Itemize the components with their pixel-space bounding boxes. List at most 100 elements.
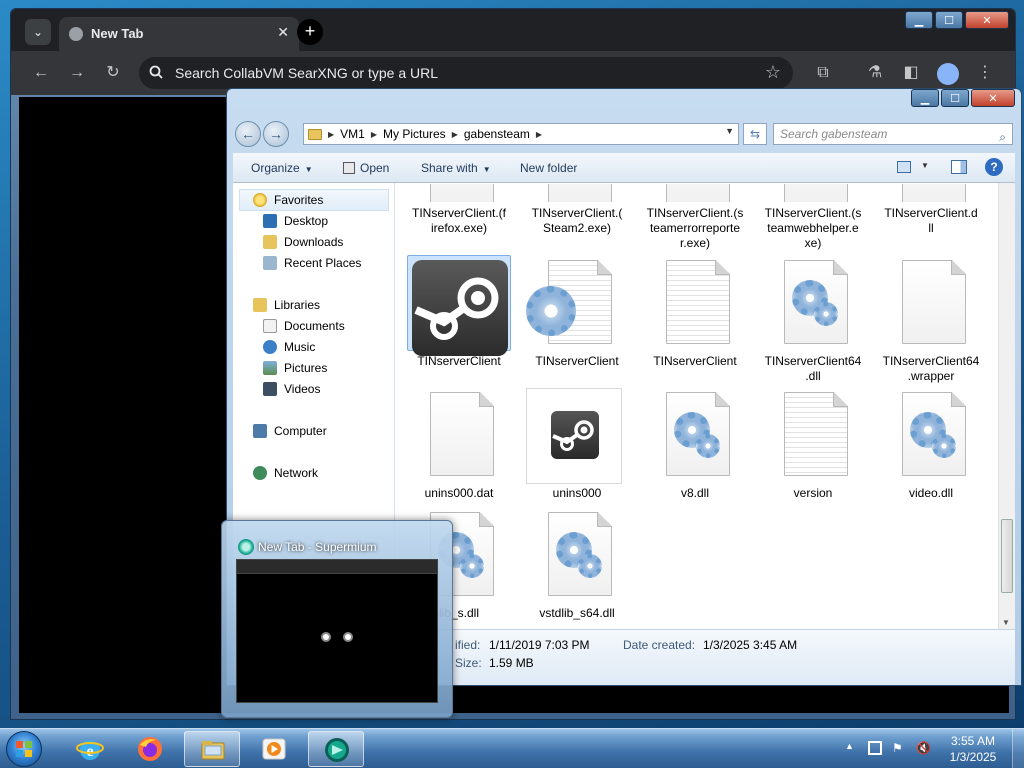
taskbar-thumbnail-preview[interactable]: New Tab - Supermium [221,520,453,718]
lab-flask-icon[interactable]: ⚗ [865,63,885,83]
back-icon[interactable]: ← [31,63,51,83]
libraries-icon [253,298,267,312]
network-tray-icon[interactable] [868,741,882,755]
change-view-icon[interactable] [897,161,911,173]
taskbar-explorer[interactable] [184,731,240,767]
breadcrumb-arrow-icon: ▶ [328,129,335,139]
file-thumbnail [407,183,511,203]
nav-documents[interactable]: Documents [263,316,345,336]
new-tab-button[interactable]: + [297,19,323,45]
side-panel-icon[interactable]: ◧ [901,63,921,83]
steam-logo-icon [412,260,508,356]
address-bar[interactable]: Search CollabVM SearXNG or type a URL ☆ [139,57,793,89]
preview-pane-icon[interactable] [951,160,967,174]
taskbar-internet-explorer[interactable]: e [62,731,118,767]
taskbar-media-player[interactable] [246,731,302,767]
date-created-value: 1/3/2025 3:45 AM [703,638,798,652]
extensions-icon[interactable]: ⧉ [813,63,833,83]
firefox-icon [138,737,162,761]
file-item[interactable]: TINserverClient.(s teamwebhelper.e xe) [761,183,865,251]
taskbar-supermium[interactable] [308,731,364,767]
file-item[interactable]: TINserverClient.d ll [879,183,983,236]
file-item[interactable]: unins000.dat [407,387,511,501]
file-name: TINserverClient [653,354,737,368]
address-dropdown-icon[interactable]: ▼ [725,126,734,136]
menu-kebab-icon[interactable]: ⋮ [975,63,995,83]
file-item[interactable]: video.dll [879,387,983,501]
file-item[interactable]: TINserverClient.(Steam2.exe) [525,183,629,236]
file-item[interactable]: TINserverClient.(s teamerrorreporte r.exe) [643,183,747,251]
explorer-maximize-button[interactable]: ☐ [941,89,969,107]
refresh-button[interactable]: ⇆ [743,123,767,145]
file-item[interactable]: TINserverClient [525,255,629,369]
file-item-selected[interactable]: TINserverClient [407,255,511,369]
view-caret-down-icon[interactable]: ▼ [921,161,929,170]
caret-down-icon: ▼ [304,165,313,174]
file-item[interactable]: vstdlib_s64.dll [525,507,629,621]
recent-places-icon [263,256,277,270]
svg-text:e: e [86,743,93,760]
action-center-flag-icon[interactable]: ⚑ [892,741,906,755]
file-item[interactable]: TINserverClient.(f irefox.exe) [407,183,511,236]
file-thumbnail [407,255,511,356]
breadcrumb-my-pictures[interactable]: My Pictures [383,127,446,141]
maximize-button[interactable]: ☐ [935,11,963,29]
show-hidden-icons-icon[interactable]: ▲ [845,741,854,751]
tab-new-tab[interactable]: New Tab ✕ [59,17,299,51]
tab-close-icon[interactable]: ✕ [277,24,289,41]
taskbar-firefox[interactable] [122,731,178,767]
scroll-down-arrow-icon[interactable]: ▼ [1002,618,1010,627]
nav-libraries[interactable]: Libraries [253,295,320,315]
clock[interactable]: 3:55 AM 1/3/2025 [942,733,1004,765]
share-with-button[interactable]: Share with ▼ [421,161,491,175]
file-item[interactable]: TINserverClient64 .dll [761,255,865,384]
nav-network[interactable]: Network [253,463,318,483]
star-icon[interactable]: ☆ [765,62,781,83]
explorer-close-button[interactable]: ✕ [971,89,1015,107]
reload-icon[interactable]: ↻ [103,63,123,83]
new-folder-button[interactable]: New folder [520,161,577,175]
file-item[interactable]: version [761,387,865,501]
file-item[interactable]: TINserverClient64 .wrapper [879,255,983,384]
taskbar: e ▲ ⚑ 🔇 3:55 AM 1/3/2025 [0,728,1024,768]
help-icon[interactable]: ? [985,158,1003,176]
start-button[interactable] [6,731,42,767]
explorer-search-input[interactable]: Search gabensteam ⌕ [773,123,1013,145]
document-icon [430,184,494,202]
scrollbar-thumb[interactable] [1001,519,1013,593]
open-button[interactable]: Open [343,161,389,175]
nav-pictures[interactable]: Pictures [263,358,327,378]
close-button[interactable]: ✕ [965,11,1009,29]
supermium-icon [238,539,254,555]
vertical-scrollbar[interactable]: ▼ [998,183,1015,629]
tab-search-button[interactable]: ⌄ [25,19,51,45]
nav-desktop[interactable]: Desktop [263,211,328,231]
nav-favorites[interactable]: Favorites [253,190,323,210]
nav-computer[interactable]: Computer [253,421,327,441]
explorer-minimize-button[interactable]: ▁ [911,89,939,107]
nav-music[interactable]: Music [263,337,315,357]
minimize-button[interactable]: ▁ [905,11,933,29]
globe-icon [69,27,83,41]
document-icon [902,260,966,344]
computer-icon [253,424,267,438]
organize-button[interactable]: Organize ▼ [251,161,313,175]
file-item[interactable]: unins000 [525,387,629,501]
profile-avatar-icon[interactable] [937,63,959,85]
file-item[interactable]: v8.dll [643,387,747,501]
volume-muted-icon[interactable]: 🔇 [916,741,931,755]
music-icon [263,340,277,354]
file-item[interactable]: TINserverClient [643,255,747,369]
show-desktop-button[interactable] [1012,729,1024,768]
nav-recent-places[interactable]: Recent Places [263,253,361,273]
internet-explorer-icon: e [76,740,104,760]
gear-small-icon [814,302,838,326]
nav-downloads[interactable]: Downloads [263,232,343,252]
explorer-back-button[interactable]: ← [235,121,261,147]
forward-icon[interactable]: → [67,63,87,83]
explorer-forward-button[interactable]: → [263,121,289,147]
explorer-address-bar[interactable]: ▶ VM1 ▶ My Pictures ▶ gabensteam ▶ ▼ [303,123,739,145]
breadcrumb-gabensteam[interactable]: gabensteam [464,127,530,141]
breadcrumb-vm1[interactable]: VM1 [340,127,365,141]
nav-videos[interactable]: Videos [263,379,320,399]
